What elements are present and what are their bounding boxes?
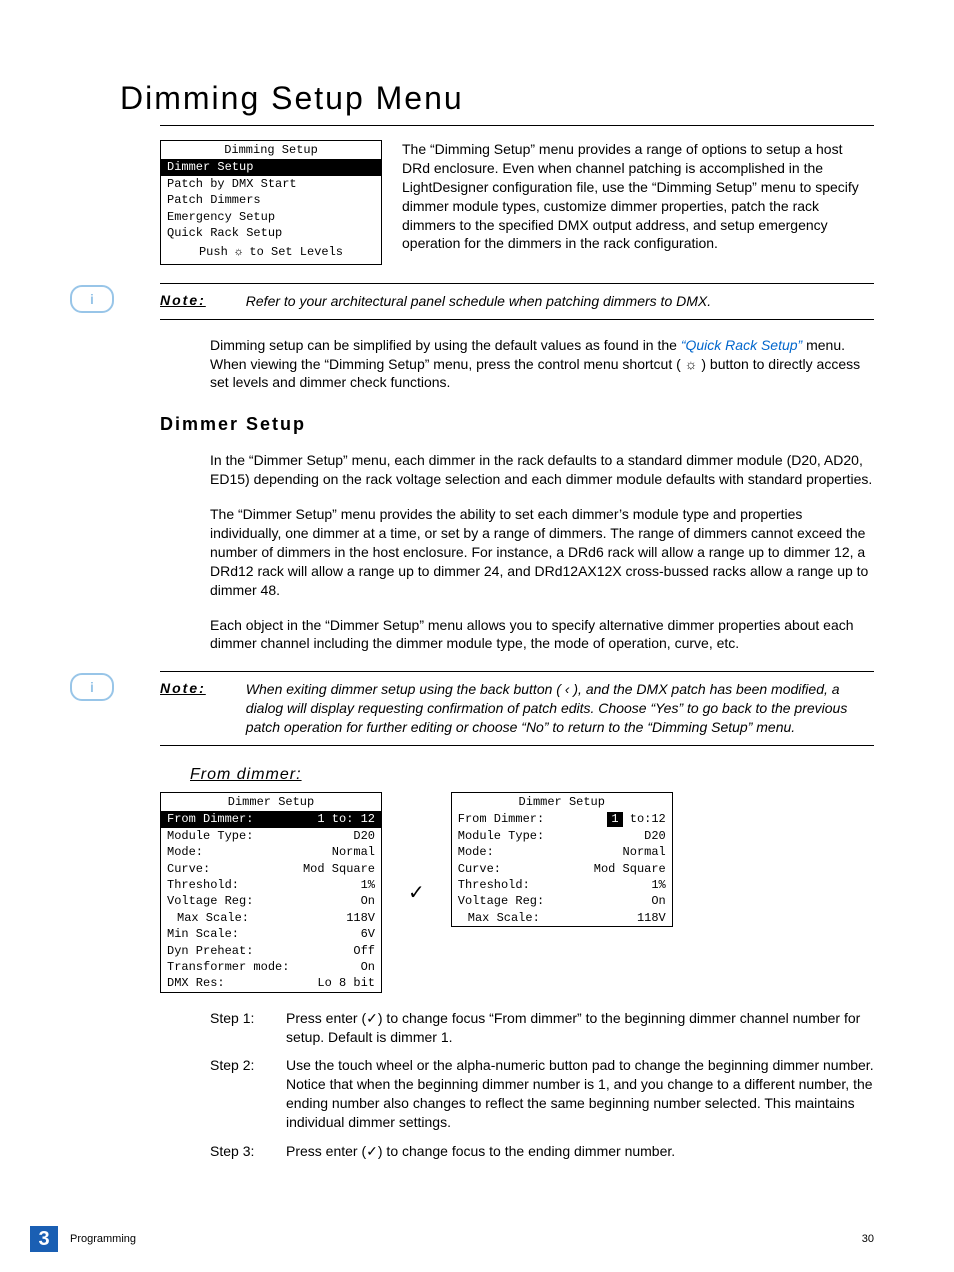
- body-paragraph: Each object in the “Dimmer Setup” menu a…: [210, 616, 874, 654]
- step-label: Step 1:: [210, 1009, 270, 1047]
- highlighted-value: 1: [607, 812, 622, 826]
- step-item: Step 3: Press enter (✓) to change focus …: [210, 1142, 874, 1161]
- step-text: Press enter (✓) to change focus to the e…: [286, 1142, 675, 1161]
- lcd-item: Quick Rack Setup: [161, 225, 381, 241]
- check-icon: ✓: [366, 1010, 378, 1026]
- chapter-label: Programming: [70, 1233, 136, 1245]
- lcd-row: Dyn Preheat:Off: [161, 943, 381, 959]
- lcd-row: Module Type:D20: [161, 828, 381, 844]
- note-text: Refer to your architectural panel schedu…: [246, 292, 711, 311]
- chapter-number-badge: 3: [30, 1226, 58, 1252]
- subsection-heading: Dimmer Setup: [160, 414, 874, 435]
- step-item: Step 2: Use the touch wheel or the alpha…: [210, 1056, 874, 1132]
- body-paragraph: The “Dimmer Setup” menu provides the abi…: [210, 505, 874, 599]
- step-text: Use the touch wheel or the alpha-numeric…: [286, 1056, 874, 1132]
- lcd-row: Max Scale:118V: [452, 910, 672, 926]
- page-footer: 3 Programming 30: [0, 1226, 954, 1252]
- lcd-item: Emergency Setup: [161, 209, 381, 225]
- body-paragraph: Dimming setup can be simplified by using…: [210, 336, 874, 393]
- lcd-row: Curve:Mod Square: [161, 861, 381, 877]
- lcd-row: DMX Res:Lo 8 bit: [161, 975, 381, 991]
- note-label: Note:: [160, 680, 206, 696]
- quick-rack-setup-link[interactable]: “Quick Rack Setup”: [681, 337, 802, 353]
- subsubsection-heading: From dimmer:: [190, 766, 874, 784]
- lcd-item: Patch Dimmers: [161, 192, 381, 208]
- lcd-title: Dimming Setup: [161, 141, 381, 159]
- lcd-row: Transformer mode:On: [161, 959, 381, 975]
- step-item: Step 1: Press enter (✓) to change focus …: [210, 1009, 874, 1047]
- lcd-row: Threshold:1%: [452, 877, 672, 893]
- lcd-row: From Dimmer: 1 to: 12: [161, 811, 381, 827]
- note-text: When exiting dimmer setup using the back…: [246, 680, 874, 737]
- lcd-title: Dimmer Setup: [161, 793, 381, 811]
- info-icon: i: [70, 673, 114, 701]
- lcd-row: Voltage Reg:On: [161, 893, 381, 909]
- lcd-row: From Dimmer: 1 to:12: [452, 811, 672, 827]
- lcd-item: Patch by DMX Start: [161, 176, 381, 192]
- body-paragraph: In the “Dimmer Setup” menu, each dimmer …: [210, 451, 874, 489]
- note-label: Note:: [160, 292, 206, 308]
- step-label: Step 3:: [210, 1142, 270, 1161]
- lcd-dimmer-setup-right: Dimmer Setup From Dimmer: 1 to:12 Module…: [451, 792, 673, 927]
- lcd-row: Mode:Normal: [161, 844, 381, 860]
- lcd-row: Min Scale:6V: [161, 926, 381, 942]
- lcd-row: Voltage Reg:On: [452, 893, 672, 909]
- lcd-footer: Push ☼ to Set Levels: [161, 241, 381, 263]
- lcd-row: Curve:Mod Square: [452, 861, 672, 877]
- page-number: 30: [862, 1233, 874, 1245]
- check-icon: ✓: [408, 880, 425, 905]
- lcd-row: Threshold:1%: [161, 877, 381, 893]
- lcd-menu-dimming-setup: Dimming Setup Dimmer Setup Patch by DMX …: [160, 140, 382, 265]
- step-label: Step 2:: [210, 1056, 270, 1132]
- info-icon: i: [70, 285, 114, 313]
- intro-paragraph: The “Dimming Setup” menu provides a rang…: [402, 140, 874, 253]
- lcd-row: Max Scale:118V: [161, 910, 381, 926]
- title-rule: [160, 125, 874, 126]
- page-title: Dimming Setup Menu: [120, 80, 874, 117]
- lcd-dimmer-setup-left: Dimmer Setup From Dimmer: 1 to: 12 Modul…: [160, 792, 382, 993]
- step-text: Press enter (✓) to change focus “From di…: [286, 1009, 874, 1047]
- lcd-item: Dimmer Setup: [161, 159, 381, 175]
- steps-list: Step 1: Press enter (✓) to change focus …: [210, 1009, 874, 1161]
- lcd-row: Module Type:D20: [452, 828, 672, 844]
- lcd-title: Dimmer Setup: [452, 793, 672, 811]
- lcd-row: Mode:Normal: [452, 844, 672, 860]
- check-icon: ✓: [366, 1143, 378, 1159]
